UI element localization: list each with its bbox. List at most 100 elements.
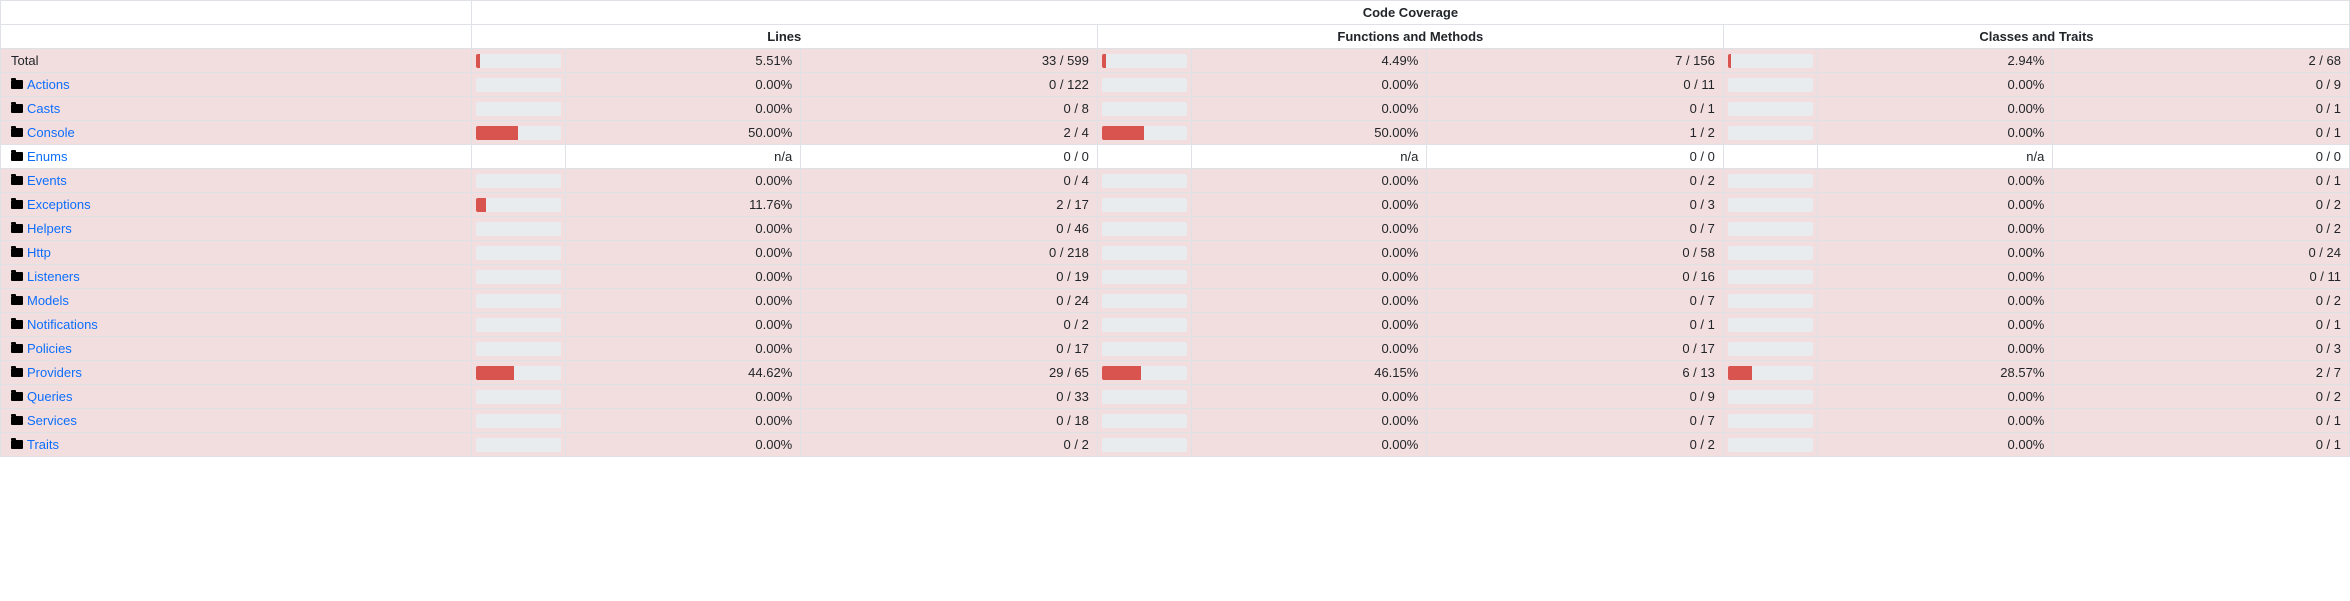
classes-frac: 0 / 9	[2053, 73, 2350, 97]
lines-bar-cell	[471, 337, 565, 361]
table-row: Services0.00%0 / 180.00%0 / 70.00%0 / 1	[1, 409, 2350, 433]
funcs-bar-cell	[1097, 289, 1191, 313]
funcs-bar-cell	[1097, 241, 1191, 265]
lines-frac: 2 / 17	[801, 193, 1098, 217]
classes-pct: n/a	[1818, 145, 2053, 169]
table-row: Casts0.00%0 / 80.00%0 / 10.00%0 / 1	[1, 97, 2350, 121]
funcs-frac: 6 / 13	[1427, 361, 1724, 385]
classes-progress	[1728, 222, 1813, 236]
folder-icon	[11, 272, 23, 281]
folder-link[interactable]: Notifications	[27, 317, 98, 332]
lines-pct: 5.51%	[565, 49, 800, 73]
folder-link[interactable]: Listeners	[27, 269, 80, 284]
folder-link[interactable]: Helpers	[27, 221, 72, 236]
classes-progress	[1728, 78, 1813, 92]
name-cell: Services	[1, 409, 472, 433]
table-row: Total5.51%33 / 5994.49%7 / 1562.94%2 / 6…	[1, 49, 2350, 73]
folder-link[interactable]: Policies	[27, 341, 72, 356]
classes-bar-cell	[1723, 265, 1817, 289]
lines-bar-cell	[471, 121, 565, 145]
classes-frac: 0 / 1	[2053, 121, 2350, 145]
funcs-frac: 0 / 2	[1427, 169, 1724, 193]
table-row: Http0.00%0 / 2180.00%0 / 580.00%0 / 24	[1, 241, 2350, 265]
folder-link[interactable]: Services	[27, 413, 77, 428]
folder-link[interactable]: Providers	[27, 365, 82, 380]
name-cell: Exceptions	[1, 193, 472, 217]
classes-pct: 0.00%	[1818, 73, 2053, 97]
classes-pct: 28.57%	[1818, 361, 2053, 385]
folder-link[interactable]: Http	[27, 245, 51, 260]
classes-progress	[1728, 342, 1813, 356]
classes-pct: 0.00%	[1818, 265, 2053, 289]
classes-frac: 0 / 2	[2053, 385, 2350, 409]
lines-bar-cell	[471, 361, 565, 385]
classes-pct: 0.00%	[1818, 337, 2053, 361]
header-blank2	[1, 25, 472, 49]
funcs-frac: 0 / 1	[1427, 97, 1724, 121]
funcs-bar-cell	[1097, 265, 1191, 289]
lines-bar-cell	[471, 49, 565, 73]
funcs-progress	[1102, 198, 1187, 212]
folder-link[interactable]: Casts	[27, 101, 60, 116]
lines-pct: 0.00%	[565, 385, 800, 409]
folder-link[interactable]: Console	[27, 125, 75, 140]
classes-bar-cell	[1723, 241, 1817, 265]
lines-bar-cell	[471, 289, 565, 313]
classes-progress	[1728, 246, 1813, 260]
classes-frac: 0 / 3	[2053, 337, 2350, 361]
classes-frac: 0 / 1	[2053, 97, 2350, 121]
folder-icon	[11, 344, 23, 353]
lines-progress	[476, 222, 561, 236]
funcs-progress	[1102, 246, 1187, 260]
lines-progress-bar	[476, 126, 519, 140]
folder-link[interactable]: Exceptions	[27, 197, 91, 212]
folder-link[interactable]: Enums	[27, 149, 67, 164]
folder-link[interactable]: Events	[27, 173, 67, 188]
classes-frac: 0 / 11	[2053, 265, 2350, 289]
classes-frac: 0 / 1	[2053, 433, 2350, 457]
table-row: Actions0.00%0 / 1220.00%0 / 110.00%0 / 9	[1, 73, 2350, 97]
lines-bar-cell	[471, 241, 565, 265]
classes-bar-cell	[1723, 289, 1817, 313]
funcs-frac: 0 / 9	[1427, 385, 1724, 409]
lines-progress	[476, 270, 561, 284]
name-cell: Http	[1, 241, 472, 265]
funcs-bar-cell	[1097, 385, 1191, 409]
name-cell: Notifications	[1, 313, 472, 337]
folder-link[interactable]: Actions	[27, 77, 70, 92]
classes-progress	[1728, 438, 1813, 452]
funcs-progress	[1102, 126, 1187, 140]
classes-progress	[1728, 390, 1813, 404]
lines-pct: 0.00%	[565, 289, 800, 313]
lines-pct: 0.00%	[565, 337, 800, 361]
classes-pct: 0.00%	[1818, 241, 2053, 265]
table-row: Providers44.62%29 / 6546.15%6 / 1328.57%…	[1, 361, 2350, 385]
lines-bar-cell	[471, 265, 565, 289]
funcs-pct: 0.00%	[1191, 73, 1426, 97]
classes-progress	[1728, 318, 1813, 332]
funcs-pct: 0.00%	[1191, 217, 1426, 241]
folder-icon	[11, 80, 23, 89]
lines-progress	[476, 246, 561, 260]
funcs-bar-cell	[1097, 169, 1191, 193]
folder-link[interactable]: Models	[27, 293, 69, 308]
funcs-frac: 0 / 7	[1427, 289, 1724, 313]
folder-link[interactable]: Queries	[27, 389, 73, 404]
lines-progress	[476, 390, 561, 404]
classes-bar-cell	[1723, 217, 1817, 241]
funcs-progress	[1102, 78, 1187, 92]
classes-bar-cell	[1723, 49, 1817, 73]
table-row: Exceptions11.76%2 / 170.00%0 / 30.00%0 /…	[1, 193, 2350, 217]
folder-icon	[11, 152, 23, 161]
classes-bar-cell	[1723, 97, 1817, 121]
folder-icon	[11, 296, 23, 305]
lines-bar-cell	[471, 313, 565, 337]
funcs-bar-cell	[1097, 217, 1191, 241]
classes-frac: 0 / 2	[2053, 193, 2350, 217]
folder-link[interactable]: Traits	[27, 437, 59, 452]
funcs-frac: 0 / 11	[1427, 73, 1724, 97]
name-cell: Queries	[1, 385, 472, 409]
lines-bar-cell	[471, 217, 565, 241]
funcs-pct: 46.15%	[1191, 361, 1426, 385]
classes-bar-cell	[1723, 409, 1817, 433]
